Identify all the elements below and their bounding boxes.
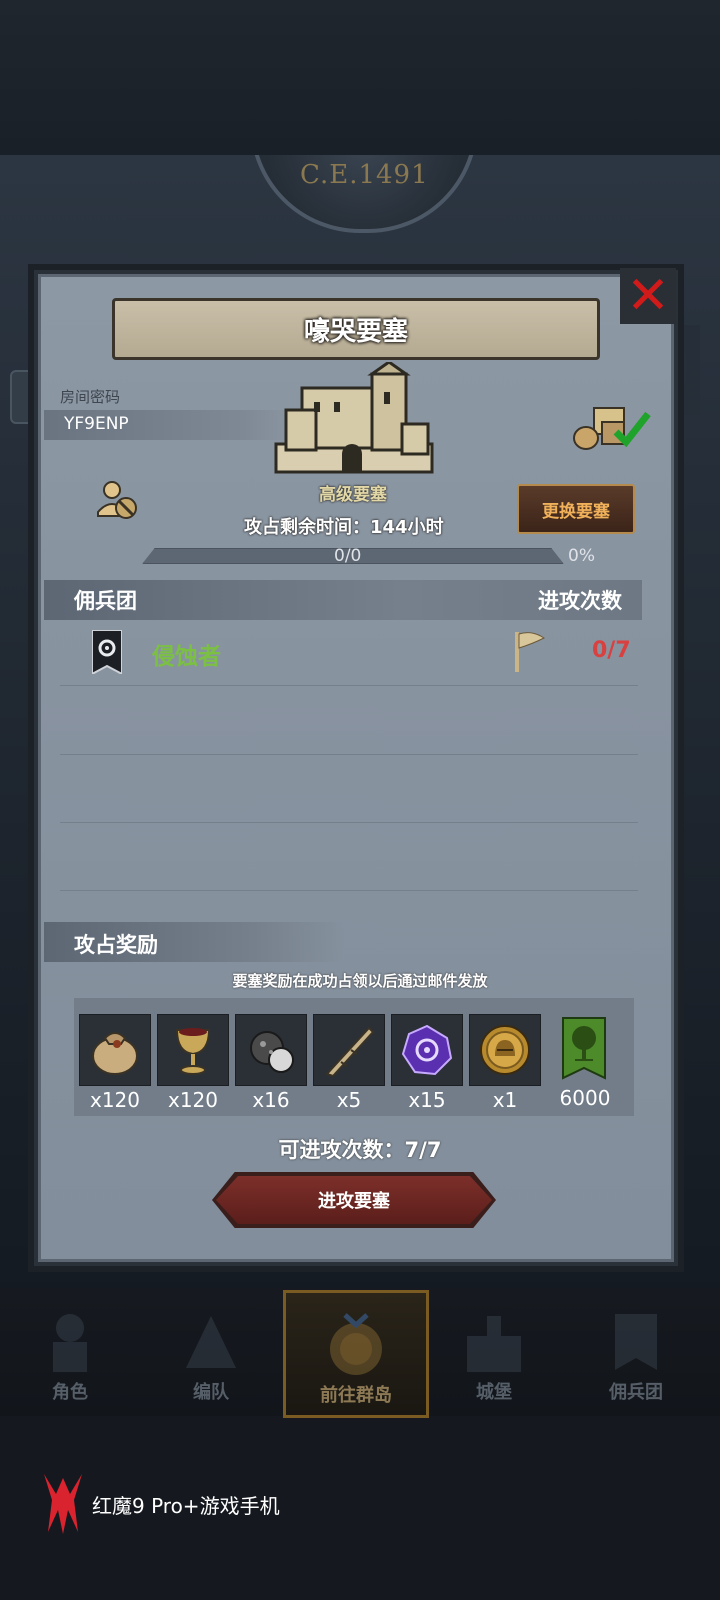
close-button[interactable]: ✕: [620, 268, 676, 324]
progress-count: 0/0: [334, 546, 362, 566]
horn-icon: [325, 1026, 375, 1078]
close-icon: ✕: [626, 266, 670, 326]
nav-archipelago[interactable]: 前往群岛: [283, 1290, 429, 1418]
attack-fortress-label: 进攻要塞: [318, 1191, 390, 1212]
character-icon: [53, 1314, 87, 1372]
red-magic-logo-icon: [44, 1474, 82, 1534]
reward-section-title: 攻占奖励: [74, 933, 158, 957]
change-fortress-button[interactable]: 更换要塞: [517, 484, 635, 534]
modal-title: 嚎哭要塞: [303, 316, 408, 347]
row-divider: [60, 890, 638, 891]
nav-label: 前往群岛: [320, 1385, 392, 1406]
mercenary-emblem-icon: [92, 630, 122, 674]
nav-mercenary[interactable]: 佣兵团: [566, 1290, 706, 1412]
castle-icon: [467, 1316, 521, 1372]
nav-label: 角色: [52, 1382, 88, 1403]
room-code-value[interactable]: YF9ENP: [64, 414, 129, 434]
no-user-icon: [97, 481, 137, 519]
reward-quantity: x15: [408, 1088, 446, 1112]
reward-note: 要塞奖励在成功占领以后通过邮件发放: [232, 972, 488, 990]
reward-item[interactable]: x5: [313, 1014, 385, 1112]
mercenary-section-title: 佣兵团: [74, 589, 137, 613]
formation-icon: [186, 1316, 236, 1368]
reward-item[interactable]: x15: [391, 1014, 463, 1112]
era-label: C.E.1491: [300, 160, 429, 190]
mercenary-attack-count: 0/7: [592, 638, 631, 663]
change-fortress-label: 更换要塞: [542, 501, 610, 522]
reward-quantity: 6000: [559, 1086, 611, 1110]
reward-item[interactable]: x16: [235, 1014, 307, 1112]
mercenary-icon: [615, 1314, 657, 1370]
attack-fortress-button[interactable]: 进攻要塞: [216, 1176, 492, 1224]
nav-formation[interactable]: 编队: [141, 1290, 281, 1412]
row-divider: [60, 754, 638, 755]
nav-character[interactable]: 角色: [0, 1290, 140, 1412]
reward-item[interactable]: 6000: [549, 1014, 621, 1110]
top-blurred-area: [0, 0, 720, 155]
attack-count-title: 进攻次数: [538, 589, 622, 613]
nav-label: 佣兵团: [609, 1382, 663, 1403]
ore-icon: [250, 1031, 294, 1073]
progress-percent: 0%: [568, 546, 595, 566]
room-code-label: 房间密码: [60, 388, 121, 406]
goblet-icon: [175, 1028, 211, 1075]
reward-item[interactable]: x120: [157, 1014, 229, 1112]
fortress-icon: [274, 362, 434, 474]
reward-quantity: x120: [89, 1088, 140, 1112]
compass-icon: [330, 1313, 382, 1375]
reward-item[interactable]: x1: [469, 1014, 541, 1112]
reward-quantity: x1: [492, 1088, 518, 1112]
reward-quantity: x5: [336, 1088, 362, 1112]
mercenary-row[interactable]: 侵蚀者 0/7: [60, 624, 638, 684]
occupation-timer: 攻占剩余时间：144小时: [244, 517, 444, 538]
helmet-coin-icon: [480, 1025, 530, 1075]
fortress-tier: 高级要塞: [319, 485, 387, 505]
modal-title-plate: 嚎哭要塞: [112, 298, 600, 360]
reward-item[interactable]: x120: [79, 1014, 151, 1112]
sack-icon: [92, 1032, 138, 1075]
purple-gem-icon: [401, 1024, 453, 1076]
device-watermark: 红魔9 Pro+游戏手机: [92, 1494, 280, 1518]
remaining-attacks: 可进攻次数：7/7: [278, 1138, 442, 1162]
row-divider: [60, 685, 638, 686]
nav-castle[interactable]: 城堡: [424, 1290, 564, 1412]
reward-quantity: x16: [252, 1088, 290, 1112]
supply-check-icon[interactable]: [572, 404, 652, 452]
flag-icon: [515, 632, 545, 672]
tree-banner-icon: [562, 1017, 606, 1080]
reward-quantity: x120: [167, 1088, 218, 1112]
row-divider: [60, 822, 638, 823]
mercenary-name: 侵蚀者: [152, 644, 221, 670]
nav-label: 城堡: [476, 1382, 512, 1403]
nav-label: 编队: [193, 1382, 229, 1403]
